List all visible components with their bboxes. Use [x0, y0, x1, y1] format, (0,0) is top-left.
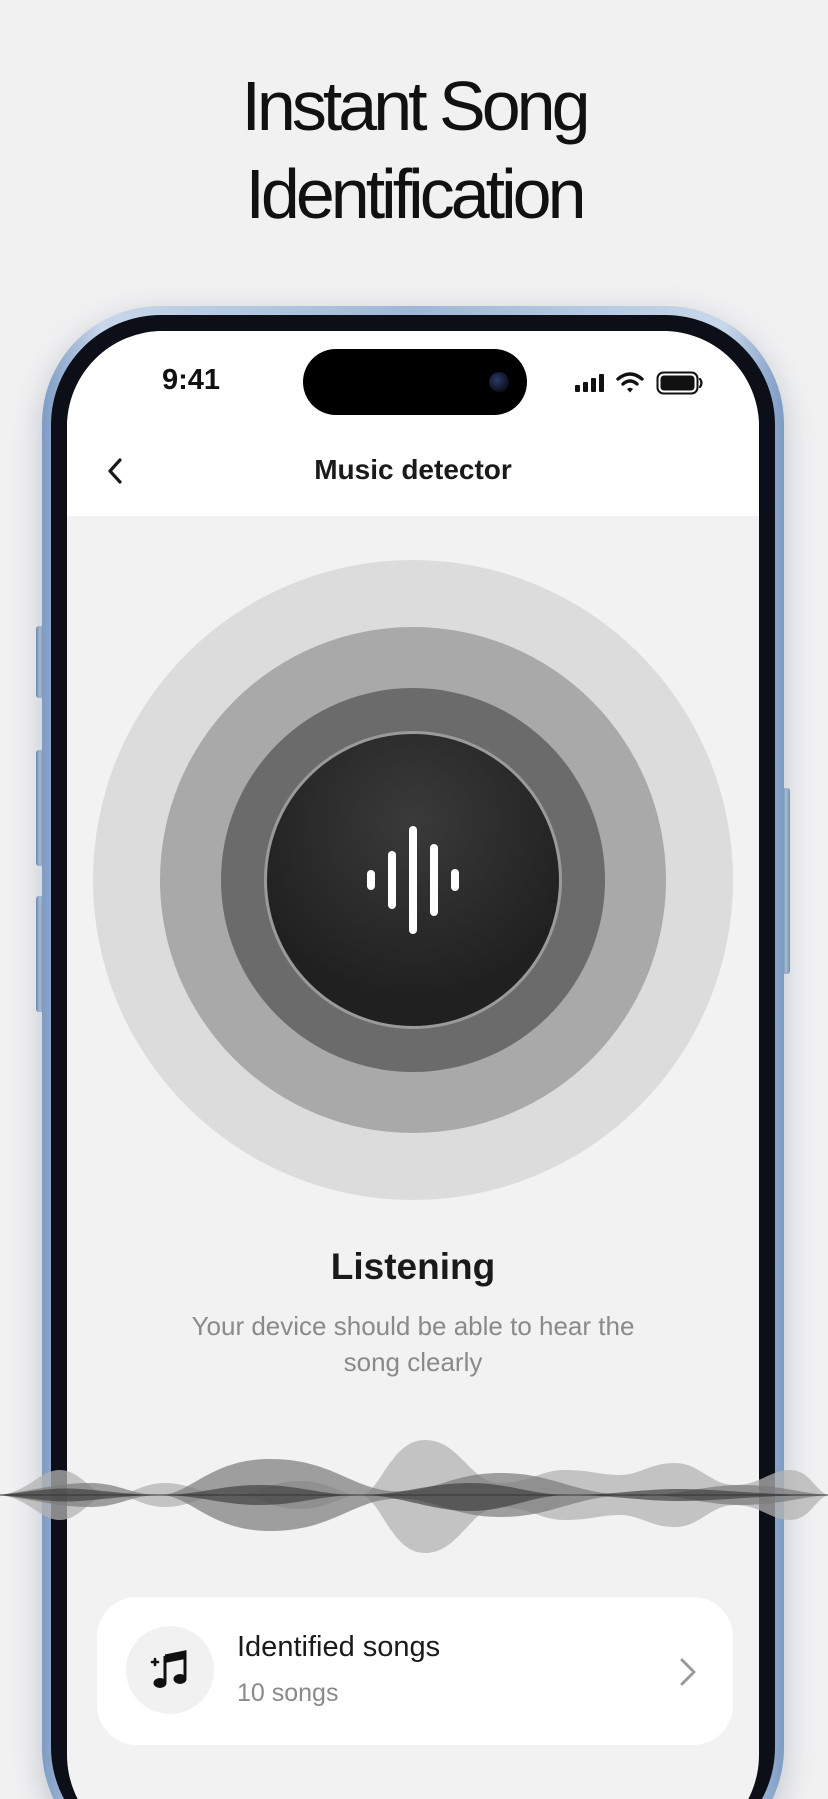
chevron-right-icon [680, 1658, 696, 1686]
music-note-icon [126, 1626, 214, 1714]
page-title: Music detector [314, 454, 512, 485]
card-subtitle: 10 songs [237, 1679, 339, 1707]
phone-screen: 9:41 Music detector Listening Your devic… [67, 331, 759, 1799]
listening-status-title: Listening [330, 1246, 496, 1287]
listening-status-description: Your device should be able to hear the s… [191, 1311, 635, 1377]
signal-icon [575, 374, 604, 392]
listening-visualizer [93, 560, 733, 1200]
status-icons [575, 371, 704, 395]
status-time: 9:41 [162, 364, 221, 396]
battery-icon [656, 371, 703, 395]
headline-line-2: Identification [245, 155, 586, 233]
dynamic-island [303, 349, 527, 415]
headline-line-1: Instant Song [241, 67, 590, 145]
wifi-icon [616, 372, 644, 393]
header-area: 9:41 Music detector [67, 331, 759, 516]
identified-songs-card[interactable]: Identified songs 10 songs [97, 1597, 733, 1745]
front-camera-icon [489, 372, 509, 392]
sound-wave-icon [367, 826, 459, 934]
audio-waveform [0, 1440, 828, 1553]
marketing-screenshot: Instant Song Identification 9:41 Music d… [0, 0, 828, 1799]
card-title: Identified songs [237, 1631, 441, 1663]
headline: Instant Song Identification [0, 62, 828, 238]
listen-button[interactable] [264, 731, 562, 1029]
